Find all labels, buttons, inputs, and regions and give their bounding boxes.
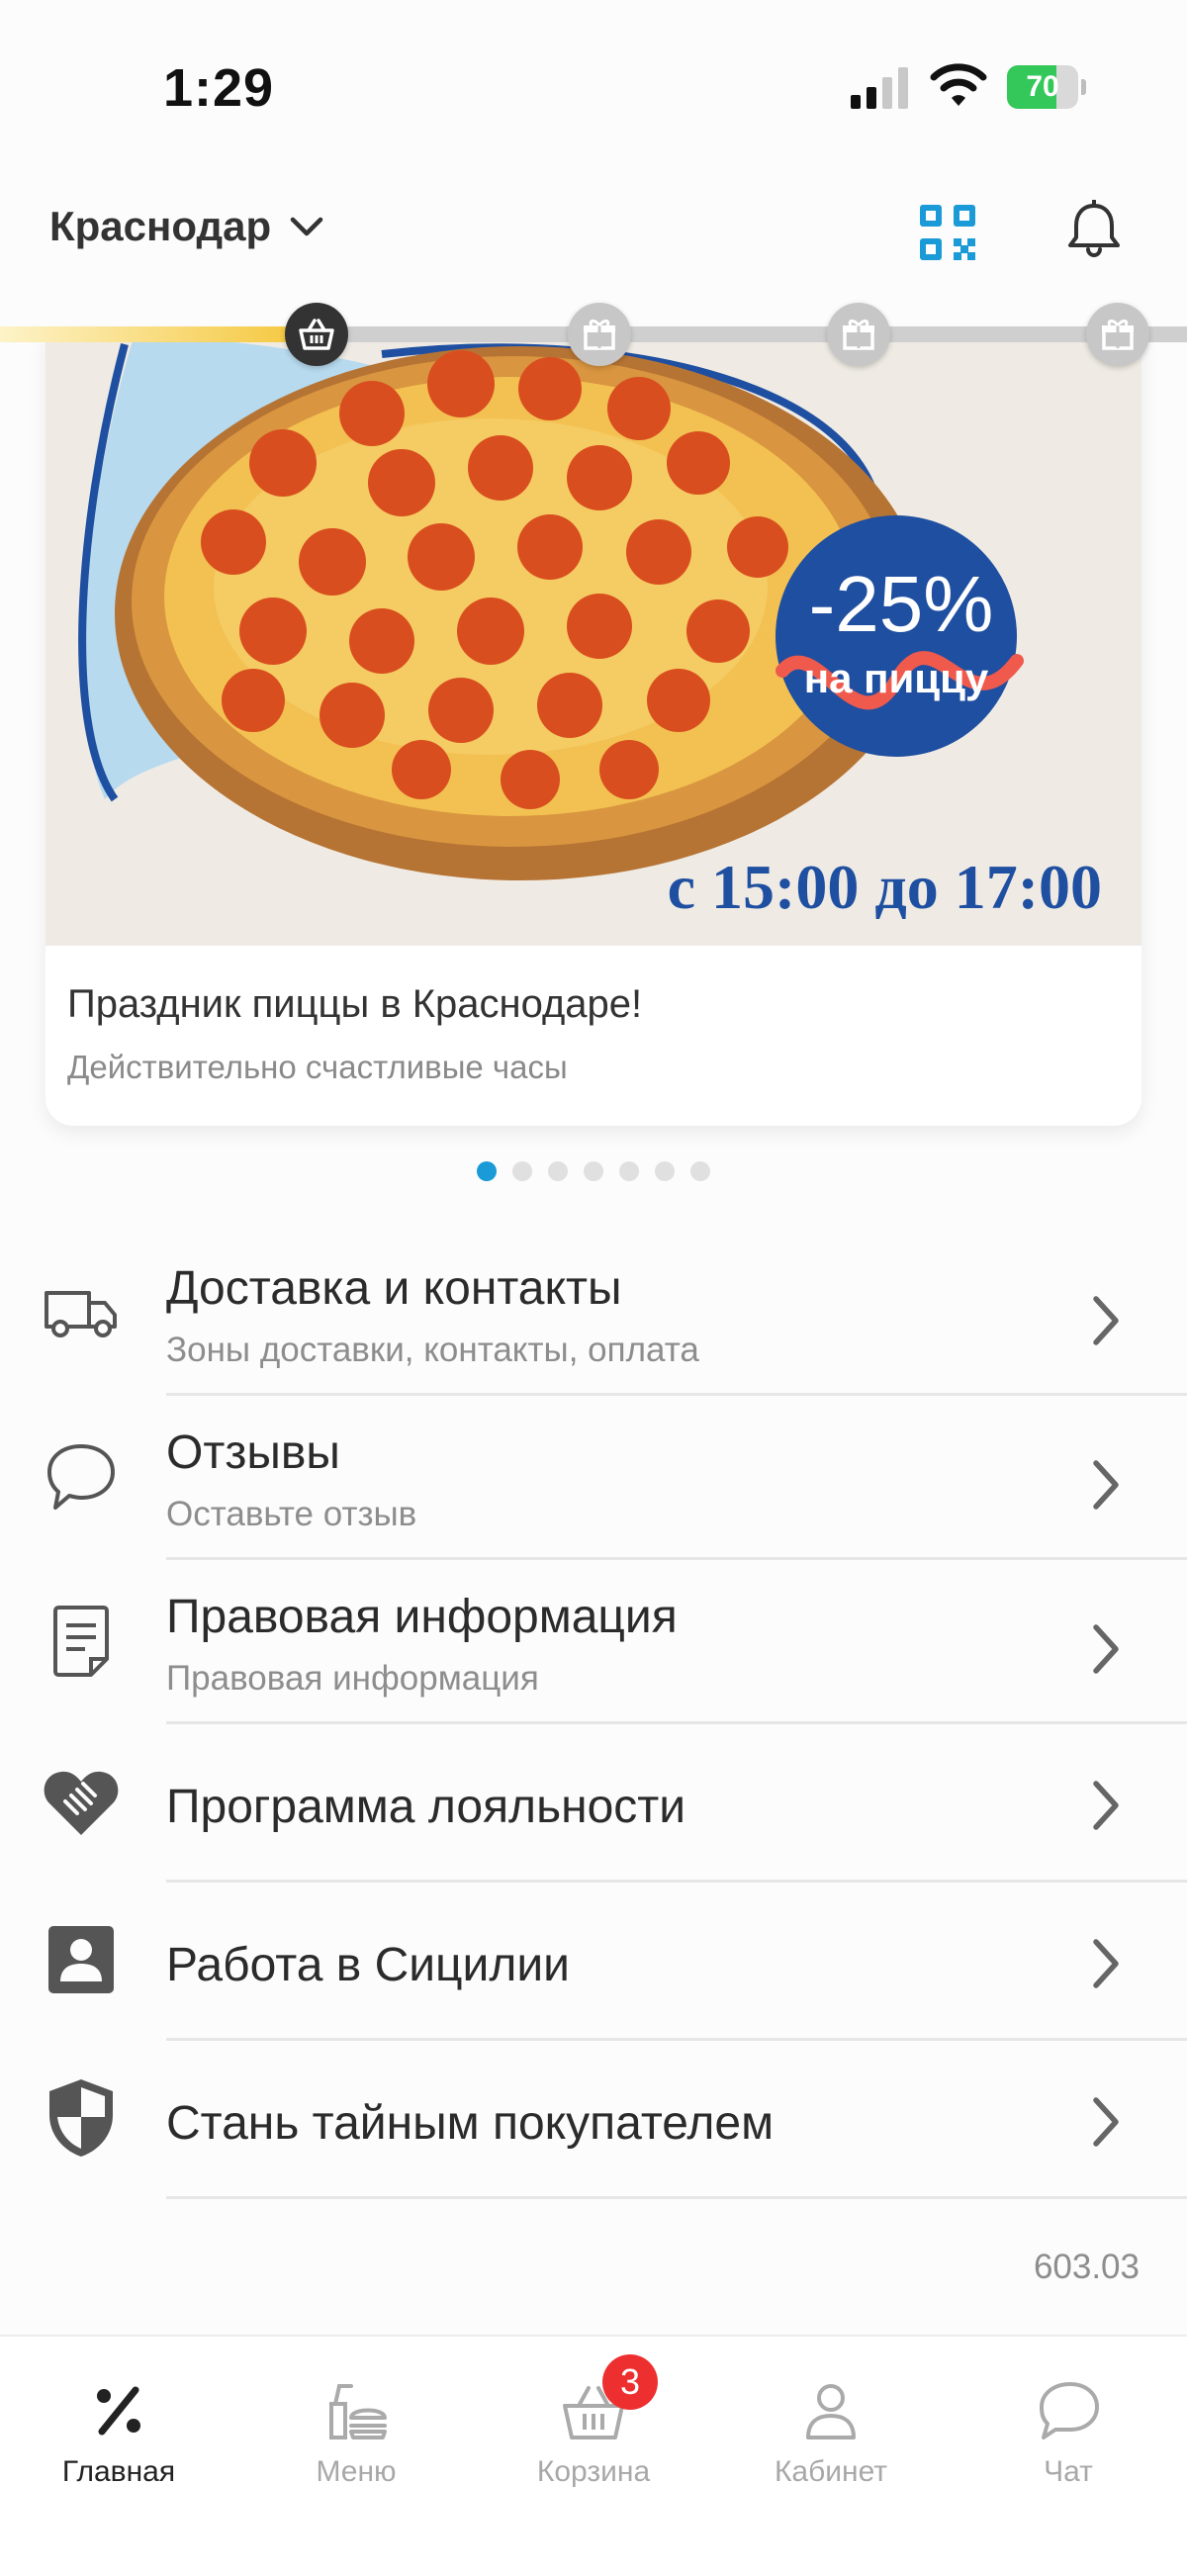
chat-icon	[1034, 2376, 1103, 2445]
city-name: Краснодар	[49, 203, 272, 249]
chevron-right-icon	[1093, 1781, 1119, 1830]
menu-item-loyalty[interactable]: Программа лояльности	[0, 1724, 1187, 1883]
promo-discount-sub: на пиццу	[804, 655, 989, 701]
status-time: 1:29	[163, 58, 275, 118]
menu-item-subtitle: Зоны доставки, контакты, оплата	[166, 1331, 699, 1369]
promo-title: Праздник пиццы в Краснодаре!	[67, 982, 643, 1026]
promo-subtitle: Действительно счастливые часы	[67, 1049, 568, 1085]
tab-cart[interactable]: 3 Корзина	[495, 2354, 692, 2489]
burger-menu-icon	[321, 2376, 391, 2445]
carousel-dot[interactable]	[584, 1161, 603, 1181]
bottom-tab-bar: Главная Меню 3 Корзина Кабинет Чат	[0, 2335, 1187, 2576]
user-icon	[796, 2376, 866, 2445]
progress-step-gift-3[interactable]	[1086, 303, 1149, 366]
document-icon	[42, 1602, 121, 1681]
menu-item-title: Стань тайным покупателем	[166, 2097, 775, 2150]
chevron-right-icon	[1093, 1460, 1119, 1510]
bell-icon[interactable]	[1066, 200, 1122, 259]
promo-banner-image[interactable]: -25% на пиццу с 15:00 до 17:00	[46, 334, 1141, 946]
basket-icon	[299, 319, 334, 350]
gift-icon	[843, 320, 874, 350]
carousel-dot[interactable]	[512, 1161, 532, 1181]
tab-label: Главная	[61, 2455, 176, 2488]
menu-item-title: Отзывы	[166, 1426, 340, 1479]
promo-card[interactable]: -25% на пиццу с 15:00 до 17:00 Праздник …	[46, 334, 1141, 1126]
battery-percent: 70	[1026, 70, 1059, 103]
chevron-right-icon	[1093, 1624, 1119, 1674]
tab-label: Меню	[316, 2455, 397, 2488]
basket-icon: 3	[559, 2354, 658, 2445]
menu-item-mystery-shopper[interactable]: Стань тайным покупателем	[0, 2041, 1187, 2199]
cellular-signal-icon	[851, 67, 908, 109]
carousel-dot[interactable]	[477, 1161, 497, 1181]
promo-time: с 15:00 до 17:00	[668, 852, 1102, 922]
chat-bubble-icon	[42, 1437, 121, 1517]
progress-step-basket[interactable]	[285, 303, 348, 366]
tab-menu[interactable]: Меню	[257, 2376, 455, 2489]
tab-label: Чат	[1044, 2455, 1093, 2488]
pizza-illustration: -25% на пиццу с 15:00 до 17:00	[78, 334, 1102, 922]
carousel-dot[interactable]	[655, 1161, 675, 1181]
cart-count-badge: 3	[602, 2354, 658, 2410]
gift-icon	[584, 320, 615, 350]
qr-code-icon[interactable]	[920, 205, 975, 260]
tab-chat[interactable]: Чат	[969, 2376, 1167, 2489]
menu-item-subtitle: Правовая информация	[166, 1659, 539, 1698]
chevron-right-icon	[1093, 1939, 1119, 1988]
menu-item-careers[interactable]: Работа в Сицилии	[0, 1883, 1187, 2041]
menu-item-title: Работа в Сицилии	[166, 1939, 570, 1991]
tab-account[interactable]: Кабинет	[732, 2376, 930, 2489]
chevron-right-icon	[1093, 1296, 1119, 1345]
menu-item-delivery[interactable]: Доставка и контакты Зоны доставки, конта…	[0, 1232, 1187, 1396]
chevron-right-icon	[1093, 2097, 1119, 2147]
truck-icon	[42, 1273, 121, 1352]
id-badge-icon	[42, 1920, 121, 1999]
tab-label: Кабинет	[774, 2455, 888, 2488]
progress-step-gift-2[interactable]	[827, 303, 890, 366]
percent-icon	[84, 2376, 153, 2445]
app-version: 603.03	[1033, 2248, 1140, 2286]
shield-icon	[42, 2078, 121, 2158]
progress-step-gift-1[interactable]	[568, 303, 631, 366]
tab-home[interactable]: Главная	[20, 2376, 218, 2489]
menu-item-title: Программа лояльности	[166, 1781, 686, 1833]
loyalty-progress-fill	[0, 326, 320, 342]
promo-discount: -25%	[809, 560, 994, 648]
menu-item-title: Доставка и контакты	[166, 1262, 622, 1315]
menu-item-legal[interactable]: Правовая информация Правовая информация	[0, 1560, 1187, 1724]
wifi-icon	[930, 63, 987, 106]
chevron-down-icon	[290, 217, 323, 236]
carousel-dot[interactable]	[619, 1161, 639, 1181]
handshake-heart-icon	[42, 1762, 121, 1841]
tab-label: Корзина	[536, 2455, 651, 2488]
gift-icon	[1102, 320, 1134, 350]
city-selector[interactable]: Краснодар	[49, 203, 324, 250]
carousel-dot[interactable]	[690, 1161, 710, 1181]
battery-indicator: 70	[1007, 65, 1086, 109]
menu-item-title: Правовая информация	[166, 1591, 678, 1643]
menu-item-subtitle: Оставьте отзыв	[166, 1495, 417, 1533]
menu-item-reviews[interactable]: Отзывы Оставьте отзыв	[0, 1396, 1187, 1560]
carousel-dots[interactable]	[0, 1161, 1187, 1181]
info-menu-list: Доставка и контакты Зоны доставки, конта…	[0, 1232, 1187, 2199]
carousel-dot[interactable]	[548, 1161, 568, 1181]
